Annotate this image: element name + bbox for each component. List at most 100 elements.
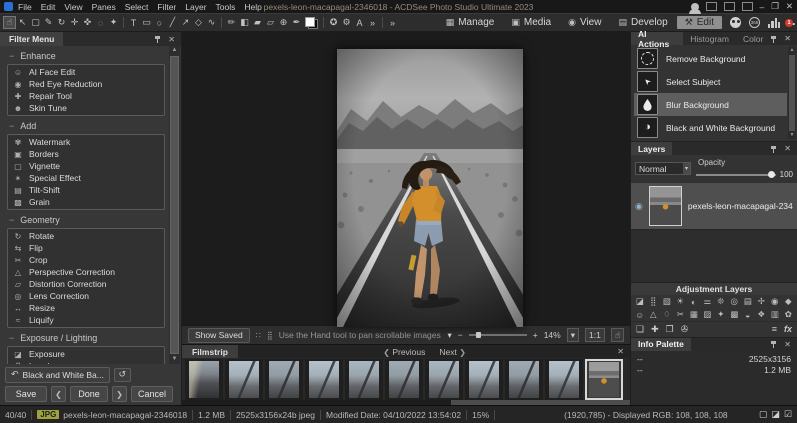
zoom-slider-knob[interactable] xyxy=(476,332,481,338)
filter-skin-tune[interactable]: ☻Skin Tune xyxy=(8,102,164,114)
scroll-down-icon[interactable]: ▼ xyxy=(172,355,178,364)
menu-filter[interactable]: Filter xyxy=(157,2,176,12)
filmstrip-thumbnail[interactable] xyxy=(385,359,423,400)
adjustment-layer-icon[interactable]: ❖ xyxy=(755,309,769,321)
filter-ai-face-edit[interactable]: ☺AI Face Edit xyxy=(8,66,164,78)
checkbox-icon[interactable]: ☑ xyxy=(784,409,792,420)
close-panel-icon[interactable]: ✕ xyxy=(784,144,791,153)
minimize-button[interactable]: – xyxy=(760,2,765,12)
filter-distortion-correction[interactable]: ▱Distortion Correction xyxy=(8,278,164,290)
previous-image-button[interactable]: ❮ xyxy=(51,386,66,402)
duplicate-layer-icon[interactable]: ❐ xyxy=(666,324,674,335)
filter-flip[interactable]: ⇆Flip xyxy=(8,242,164,254)
section-enhance[interactable]: − Enhance xyxy=(9,51,165,61)
adjustment-layer-icon[interactable]: ▨ xyxy=(701,309,715,321)
menu-view[interactable]: View xyxy=(64,2,82,12)
opacity-value[interactable]: 100 xyxy=(780,170,793,179)
pin-icon[interactable] xyxy=(770,35,777,43)
filter-rotate[interactable]: ↻Rotate xyxy=(8,230,164,242)
adjustment-layer-icon[interactable]: ☀ xyxy=(674,296,688,308)
pencil-select-tool-icon[interactable]: ✎ xyxy=(42,16,55,29)
fx-button[interactable]: fx xyxy=(784,324,792,334)
collapse-icon[interactable]: − xyxy=(9,121,14,131)
pane-layout-3-icon[interactable] xyxy=(742,2,753,11)
tab-color[interactable]: Color xyxy=(736,32,770,45)
menu-help[interactable]: Help xyxy=(244,2,261,12)
filter-scrollbar[interactable]: ▲ ▼ xyxy=(169,46,180,364)
magic-wand-tool-icon[interactable]: ✦ xyxy=(107,16,120,29)
overflow-chevron-icon[interactable]: » xyxy=(366,16,379,29)
close-panel-icon[interactable]: ✕ xyxy=(168,35,175,44)
settings-gear-icon[interactable]: ⚙ xyxy=(340,16,353,29)
people-mode-icon[interactable] xyxy=(730,17,741,28)
menu-edit[interactable]: Edit xyxy=(41,2,56,12)
scroll-thumb[interactable] xyxy=(451,400,630,405)
layer-thumbnail[interactable] xyxy=(649,186,682,226)
scroll-down-icon[interactable]: ▼ xyxy=(790,132,795,139)
dashboard-icon[interactable] xyxy=(768,18,780,28)
adjustment-layer-icon[interactable]: ♢ xyxy=(660,309,674,321)
scroll-up-icon[interactable]: ▲ xyxy=(172,46,178,55)
close-panel-icon[interactable]: ✕ xyxy=(784,34,791,43)
collapse-icon[interactable]: − xyxy=(9,215,14,225)
pin-icon[interactable] xyxy=(154,35,161,43)
adjustment-layer-icon[interactable]: ❊ xyxy=(714,296,728,308)
menu-tools[interactable]: Tools xyxy=(216,2,236,12)
filter-menu-tab[interactable]: Filter Menu xyxy=(0,32,63,46)
camera-icon[interactable]: ✇ xyxy=(681,324,689,335)
lasso-tool-icon[interactable]: ◌ xyxy=(94,16,107,29)
adjustment-layer-icon[interactable]: ◉ xyxy=(768,296,782,308)
adjustment-layer-icon[interactable]: ◆ xyxy=(782,296,796,308)
tab-edit[interactable]: ⚒ Edit xyxy=(677,16,722,29)
tab-ai-actions[interactable]: AI Actions xyxy=(631,32,683,45)
tab-media[interactable]: ▣ Media xyxy=(503,16,559,29)
curve-tool-icon[interactable]: ∿ xyxy=(205,16,218,29)
adjustment-layer-icon[interactable]: ⣿ xyxy=(647,296,661,308)
collapse-icon[interactable]: − xyxy=(9,333,14,343)
filmstrip-thumbnail[interactable] xyxy=(545,359,583,400)
tab-histogram[interactable]: Histogram xyxy=(683,32,736,45)
pixel-grid-icon[interactable]: ∷ xyxy=(256,331,261,340)
actual-size-button[interactable]: 1:1 xyxy=(585,328,605,342)
comment-icon[interactable]: ❏ xyxy=(636,324,644,335)
adjustment-layer-icon[interactable]: △ xyxy=(647,309,661,321)
overflow-chevron-icon[interactable]: » xyxy=(386,16,399,29)
previous-button[interactable]: ❮ Previous xyxy=(383,347,425,357)
tab-manage[interactable]: ▦ Manage xyxy=(438,16,503,29)
filmstrip-thumbnail[interactable] xyxy=(345,359,383,400)
add-layer-icon[interactable]: ✚ xyxy=(651,324,659,335)
zoom-level[interactable]: 14% xyxy=(544,330,561,340)
filter-liquify[interactable]: ≈Liquify xyxy=(8,314,164,326)
arrow-tool-icon[interactable]: ↗ xyxy=(179,16,192,29)
filter-red-eye-reduction[interactable]: ◉Red Eye Reduction xyxy=(8,78,164,90)
filter-grain[interactable]: ▩Grain xyxy=(8,196,164,208)
layer-visibility-icon[interactable]: ◉ xyxy=(635,201,643,212)
filter-resize[interactable]: ↔Resize xyxy=(8,302,164,314)
section-exposure-lighting[interactable]: − Exposure / Lighting xyxy=(9,333,165,343)
filter-lens-correction[interactable]: ◎Lens Correction xyxy=(8,290,164,302)
marquee-tool-icon[interactable]: ▢ xyxy=(29,16,42,29)
adjustment-layer-icon[interactable]: ▧ xyxy=(660,296,674,308)
zoom-preset-dropdown[interactable]: ▾ xyxy=(567,328,579,342)
close-button[interactable]: ✕ xyxy=(786,1,793,12)
zoom-slider[interactable] xyxy=(469,334,527,336)
foreground-color-swatch[interactable] xyxy=(305,17,315,27)
section-add[interactable]: − Add xyxy=(9,121,165,131)
filter-borders[interactable]: ▣Borders xyxy=(8,148,164,160)
pin-icon[interactable] xyxy=(770,145,777,153)
adjustment-layer-icon[interactable]: ✦ xyxy=(714,309,728,321)
section-geometry[interactable]: − Geometry xyxy=(9,215,165,225)
filter-crop[interactable]: ✂Crop xyxy=(8,254,164,266)
rectangle-tool-icon[interactable]: ▭ xyxy=(140,16,153,29)
adjustment-layer-icon[interactable]: ⚌ xyxy=(701,296,715,308)
adjustment-layer-icon[interactable]: ✢ xyxy=(755,296,769,308)
history-button[interactable]: ↺ xyxy=(114,368,131,382)
layer-row[interactable]: ◉ pexels-leon-macapagal-23460... xyxy=(631,183,797,229)
adjustment-layer-icon[interactable]: ✂ xyxy=(674,309,688,321)
move-tool-icon[interactable]: ✜ xyxy=(81,16,94,29)
collapse-icon[interactable]: − xyxy=(9,51,14,61)
show-saved-button[interactable]: Show Saved xyxy=(188,328,250,343)
actions-icon[interactable]: A xyxy=(353,16,366,29)
eyedropper-tool-icon[interactable]: ✒ xyxy=(290,16,303,29)
opacity-slider[interactable] xyxy=(696,174,776,176)
